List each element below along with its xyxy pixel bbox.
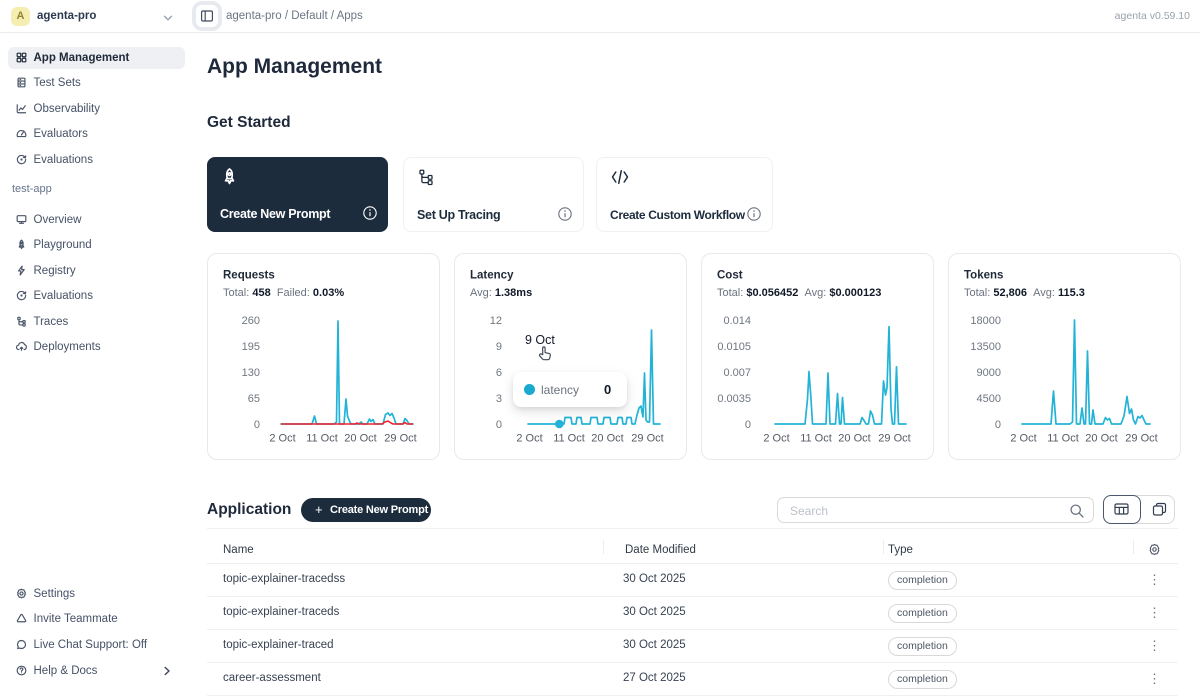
svg-text:13500: 13500 — [970, 341, 1001, 353]
svg-text:29 Oct: 29 Oct — [1125, 433, 1157, 445]
svg-text:Avg: 1.38ms: Avg: 1.38ms — [470, 287, 532, 299]
svg-text:18000: 18000 — [970, 315, 1001, 327]
svg-text:260: 260 — [242, 315, 260, 327]
svg-text:3: 3 — [496, 393, 502, 405]
svg-text:Requests: Requests — [223, 270, 275, 282]
svg-text:29 Oct: 29 Oct — [878, 433, 910, 445]
svg-text:0.0035: 0.0035 — [717, 393, 751, 405]
svg-text:20 Oct: 20 Oct — [1085, 433, 1117, 445]
svg-text:11 Oct: 11 Oct — [800, 433, 832, 445]
svg-text:2 Oct: 2 Oct — [1010, 433, 1036, 445]
svg-text:29 Oct: 29 Oct — [384, 433, 416, 445]
svg-text:6: 6 — [496, 367, 502, 379]
svg-text:Total: $0.056452 Avg: $0.0001: Total: $0.056452 Avg: $0.000123 — [717, 287, 881, 299]
svg-text:Tokens: Tokens — [964, 270, 1003, 282]
svg-text:0.014: 0.014 — [723, 315, 751, 327]
svg-text:0.0105: 0.0105 — [717, 341, 751, 353]
svg-text:2 Oct: 2 Oct — [763, 433, 789, 445]
svg-text:Cost: Cost — [717, 270, 743, 282]
svg-text:4500: 4500 — [977, 393, 1001, 405]
svg-text:9000: 9000 — [977, 367, 1001, 379]
svg-text:0.007: 0.007 — [723, 367, 751, 379]
svg-text:2 Oct: 2 Oct — [516, 433, 542, 445]
svg-text:195: 195 — [242, 341, 260, 353]
svg-text:0: 0 — [745, 419, 751, 431]
svg-text:29 Oct: 29 Oct — [631, 433, 663, 445]
svg-text:130: 130 — [242, 367, 260, 379]
svg-text:11 Oct: 11 Oct — [1047, 433, 1079, 445]
svg-text:12: 12 — [490, 315, 502, 327]
svg-text:20 Oct: 20 Oct — [344, 433, 376, 445]
svg-text:20 Oct: 20 Oct — [591, 433, 623, 445]
svg-text:Total: 458 Failed: 0.03%: Total: 458 Failed: 0.03% — [223, 287, 344, 299]
svg-text:9: 9 — [496, 341, 502, 353]
svg-text:65: 65 — [248, 393, 260, 405]
svg-text:11 Oct: 11 Oct — [306, 433, 338, 445]
svg-text:0: 0 — [995, 419, 1001, 431]
svg-text:0: 0 — [496, 419, 502, 431]
svg-text:2 Oct: 2 Oct — [269, 433, 295, 445]
svg-text:Latency: Latency — [470, 270, 514, 282]
svg-text:0: 0 — [254, 419, 260, 431]
svg-text:11 Oct: 11 Oct — [553, 433, 585, 445]
svg-text:20 Oct: 20 Oct — [838, 433, 870, 445]
svg-text:Total: 52,806 Avg: 115.3: Total: 52,806 Avg: 115.3 — [964, 287, 1085, 299]
